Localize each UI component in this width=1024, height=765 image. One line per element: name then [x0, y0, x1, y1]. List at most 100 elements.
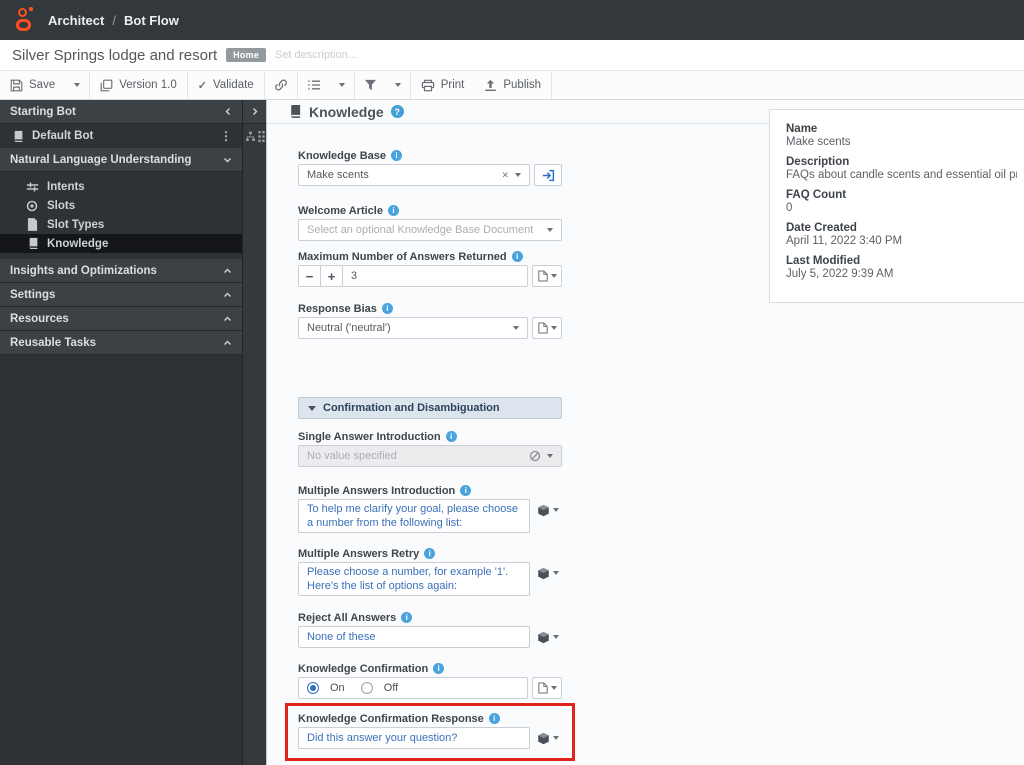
welcome-article-placeholder: Select an optional Knowledge Base Docume… [307, 224, 534, 236]
sidebar-item-knowledge[interactable]: Knowledge [0, 234, 242, 253]
chevron-down-icon[interactable] [547, 454, 553, 458]
multiple-intro-field[interactable]: To help me clarify your goal, please cho… [298, 499, 530, 533]
single-answer-field[interactable]: No value specified [298, 445, 562, 467]
sidebar-item-intents[interactable]: Intents [0, 177, 242, 196]
welcome-article-select[interactable]: Select an optional Knowledge Base Docume… [298, 219, 562, 241]
decrement-button[interactable]: − [299, 266, 321, 286]
response-bias-mode-button[interactable] [532, 317, 562, 339]
kebab-menu-icon[interactable] [220, 129, 232, 143]
validate-button[interactable]: Validate [188, 71, 264, 99]
breadcrumb-app[interactable]: Architect [48, 13, 104, 28]
radio-off[interactable] [360, 682, 373, 694]
multiple-retry-field[interactable]: Please choose a number, for example '1'.… [298, 562, 530, 596]
breadcrumb-page: Bot Flow [123, 12, 179, 28]
save-menu-button[interactable] [65, 71, 89, 99]
top-header: Architect / Bot Flow [0, 0, 1024, 40]
sidebar-tool-strip [242, 100, 266, 765]
print-button[interactable]: Print [411, 71, 475, 99]
communication-icon [538, 504, 549, 516]
help-icon[interactable] [390, 105, 404, 118]
radio-off-label[interactable]: Off [384, 682, 398, 694]
reject-all-mode-button[interactable] [534, 626, 562, 648]
version-button[interactable]: Version 1.0 [90, 71, 187, 99]
response-bias-select[interactable]: Neutral ('neutral') [298, 317, 528, 339]
chevron-left-icon[interactable] [224, 107, 232, 116]
chevron-down-icon[interactable] [547, 228, 553, 232]
sidebar-item-slot-types[interactable]: Slot Types [0, 215, 242, 234]
sidebar-item-label: Slot Types [47, 218, 105, 231]
task-list-button[interactable] [298, 71, 330, 99]
sidebar-item-slots[interactable]: Slots [0, 196, 242, 215]
info-value: FAQs about candle scents and essential o… [786, 169, 1017, 181]
reject-all-field[interactable]: None of these [298, 626, 530, 648]
max-answers-value[interactable]: 3 [343, 266, 527, 286]
sidebar-section-resources[interactable]: Resources [0, 307, 242, 331]
clear-icon[interactable] [501, 169, 509, 181]
info-icon[interactable] [401, 612, 413, 623]
upload-icon [485, 79, 497, 91]
info-icon[interactable] [511, 251, 523, 262]
section-title: Settings [10, 288, 56, 301]
sidebar-section-nlu[interactable]: Natural Language Understanding [0, 148, 242, 172]
info-icon[interactable] [445, 431, 457, 442]
link-icon [274, 79, 287, 91]
info-icon[interactable] [460, 485, 472, 496]
sidebar-section-insights[interactable]: Insights and Optimizations [0, 259, 242, 283]
single-answer-placeholder: No value specified [307, 450, 397, 462]
open-knowledge-base-button[interactable] [534, 164, 562, 186]
grid-handle-icon[interactable] [257, 130, 265, 142]
sidebar-section-reusable-tasks[interactable]: Reusable Tasks [0, 331, 242, 355]
dependencies-button[interactable] [265, 71, 297, 99]
info-icon[interactable] [387, 205, 399, 216]
chevron-down-icon[interactable] [515, 173, 521, 177]
knowledge-form: Knowledge Base Make scents Welcome Artic… [285, 124, 575, 761]
section-title: Reusable Tasks [10, 336, 97, 349]
sidebar-item-default-bot[interactable]: Default Bot [0, 124, 242, 148]
section-title: Natural Language Understanding [10, 153, 192, 166]
radio-on-label[interactable]: On [330, 682, 345, 694]
save-button[interactable]: Save [0, 71, 65, 99]
genesys-logo-icon [14, 7, 36, 33]
confirmation-response-mode-button[interactable] [534, 727, 562, 749]
info-icon[interactable] [433, 663, 445, 674]
chevron-up-icon [224, 316, 231, 321]
sidebar-section-starting-bot[interactable]: Starting Bot [0, 100, 242, 124]
sidebar-item-label: Intents [47, 180, 85, 193]
knowledge-confirmation-mode-button[interactable] [532, 677, 562, 699]
check-icon [198, 79, 207, 92]
expand-panel-button[interactable] [243, 100, 266, 124]
info-icon[interactable] [488, 713, 500, 724]
info-icon[interactable] [391, 150, 403, 161]
increment-button[interactable]: + [321, 266, 343, 286]
max-answers-stepper: − + 3 [298, 265, 528, 287]
chevron-down-icon [224, 157, 231, 162]
radio-on[interactable] [307, 682, 319, 694]
document-icon [537, 270, 548, 282]
org-chart-icon[interactable] [245, 131, 256, 142]
chevron-down-icon [74, 83, 81, 87]
breadcrumb: Architect / Bot Flow [48, 13, 179, 28]
task-list-menu-button[interactable] [330, 71, 354, 99]
versions-icon [100, 79, 113, 91]
filter-button[interactable] [355, 71, 386, 99]
info-icon[interactable] [381, 303, 393, 314]
set-description-placeholder[interactable]: Set description... [275, 49, 357, 61]
sidebar-section-settings[interactable]: Settings [0, 283, 242, 307]
max-answers-mode-button[interactable] [532, 265, 562, 287]
chevron-down-icon [550, 686, 557, 690]
confirmation-response-field[interactable]: Did this answer your question? [298, 727, 530, 749]
filter-menu-button[interactable] [386, 71, 410, 99]
chevron-down-icon[interactable] [513, 326, 519, 330]
info-icon[interactable] [424, 548, 436, 559]
list-icon [308, 80, 320, 90]
highlight-annotation: Knowledge Confirmation Response Did this… [285, 703, 575, 761]
print-label: Print [440, 79, 465, 91]
multiple-retry-mode-button[interactable] [534, 562, 562, 584]
chevron-up-icon [224, 292, 231, 297]
info-value: 0 [786, 202, 793, 214]
multiple-intro-mode-button[interactable] [534, 499, 562, 521]
knowledge-base-select[interactable]: Make scents [298, 164, 530, 186]
confirmation-section-header[interactable]: Confirmation and Disambiguation [298, 397, 562, 419]
publish-button[interactable]: Publish [474, 71, 551, 99]
knowledge-base-label: Knowledge Base [298, 149, 562, 162]
